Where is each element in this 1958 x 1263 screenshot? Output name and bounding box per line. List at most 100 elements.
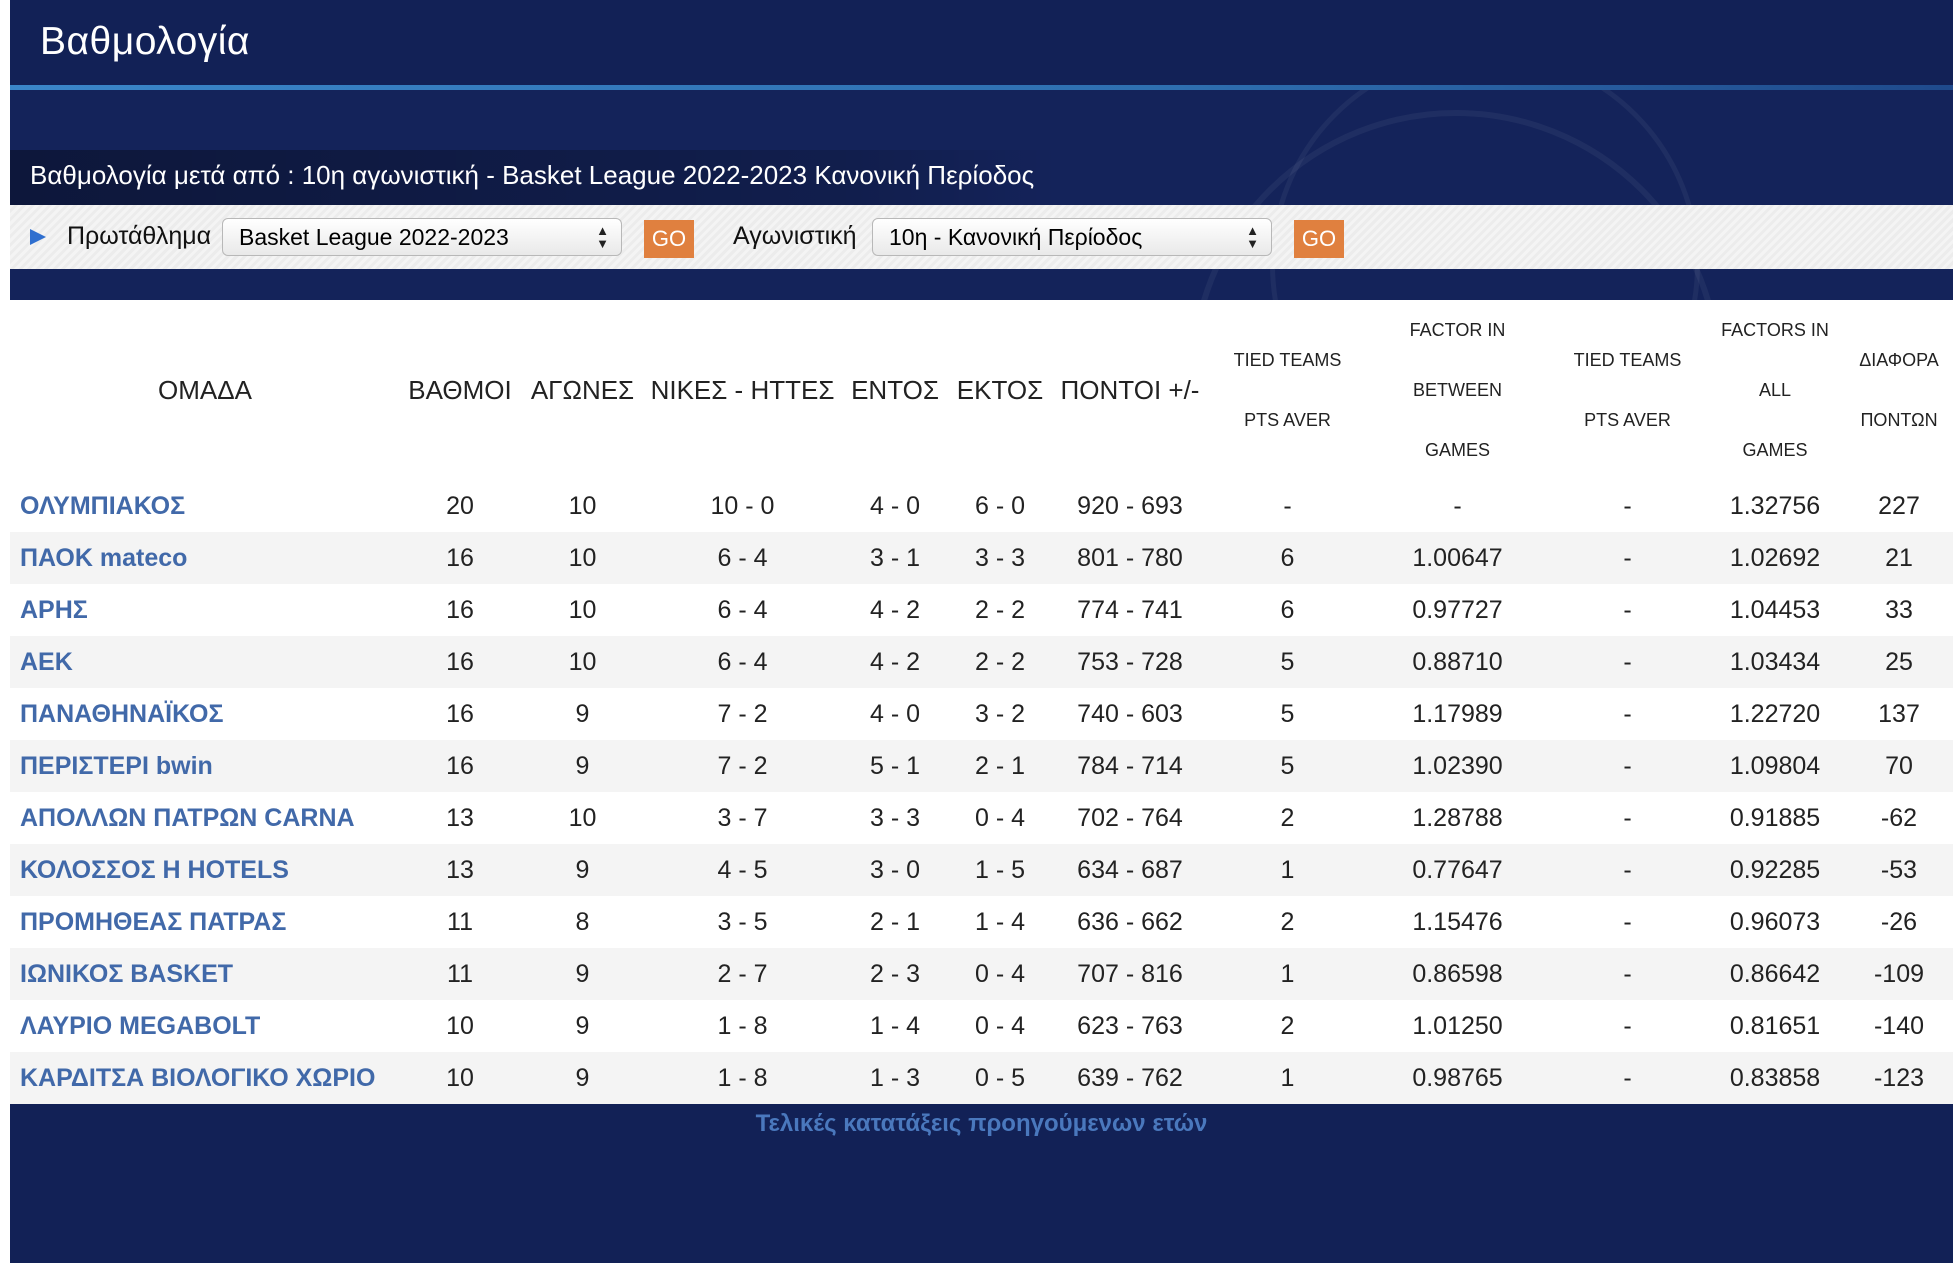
- cell-games: 9: [520, 948, 645, 1000]
- cell-factors-in-all: 0.96073: [1729, 907, 1821, 936]
- cell-pts-plus-minus: 707 - 816: [1050, 948, 1210, 1000]
- cell-factors-in-all: 1.02692: [1705, 532, 1845, 584]
- cell-home: 4 - 0: [869, 699, 921, 728]
- cell-points-diff: -62: [1880, 803, 1918, 832]
- cell-away: 0 - 4: [974, 1011, 1026, 1040]
- cell-pts-plus-minus: 784 - 714: [1050, 740, 1210, 792]
- cell-wins-losses: 10 - 0: [710, 491, 775, 520]
- team-link[interactable]: ΑΡΗΣ: [20, 596, 88, 624]
- cell-wins-losses: 7 - 2: [717, 699, 768, 728]
- cell-tied-teams-pts-aver: 6: [1210, 532, 1365, 584]
- col-header-away: ΕΚΤΟΣ: [956, 374, 1044, 405]
- cell-wins-losses: 1 - 8: [717, 1011, 768, 1040]
- cell-tied-teams-pts-aver-2: -: [1623, 907, 1632, 936]
- table-row: ΙΩΝΙΚΟΣ BASKET 11 9 2 - 72 - 30 - 4 707 - 81…: [10, 948, 1953, 1000]
- cell-points-diff: -109: [1845, 948, 1953, 1000]
- col-header-home: ΕΝΤΟΣ: [851, 374, 939, 405]
- table-row: ΑΕΚ 16 10 6 - 44 - 22 - 2 753 - 728 5 0.88710-…: [10, 636, 1953, 688]
- cell-away: 3 - 3: [950, 532, 1050, 584]
- cell-factor-in-between: 1.15476: [1412, 907, 1503, 936]
- cell-points: 13: [446, 803, 474, 832]
- cell-pts-plus-minus: 753 - 728: [1050, 636, 1210, 688]
- page-frame: Βαθμολογία Βαθμολογία μετά από : 10η αγω…: [10, 0, 1953, 1263]
- page-header: Βαθμολογία: [10, 0, 1953, 88]
- cell-tied-teams-pts-aver: 6: [1280, 595, 1295, 624]
- team-link[interactable]: ΠΡΟΜΗΘΕΑΣ ΠΑΤΡΑΣ: [20, 908, 286, 936]
- cell-factors-in-all: 1.03434: [1705, 636, 1845, 688]
- cell-factors-in-all: 1.22720: [1729, 699, 1821, 728]
- header-line-1: TIED TEAMS: [1573, 350, 1682, 370]
- cell-games: 8: [575, 907, 590, 936]
- team-link[interactable]: ΠΑΝΑΘΗΝΑΪΚΟΣ: [20, 700, 223, 728]
- cell-points-diff: -26: [1880, 907, 1918, 936]
- cell-away: 0 - 4: [950, 948, 1050, 1000]
- cell-points-diff: -123: [1845, 1052, 1953, 1104]
- cell-home: 4 - 0: [869, 491, 921, 520]
- cell-points-diff: 227: [1878, 491, 1920, 520]
- table-row: ΠΑΟΚ mateco 16 10 6 - 43 - 13 - 3 801 - 780 6…: [10, 532, 1953, 584]
- team-link[interactable]: ΙΩΝΙΚΟΣ BASKET: [20, 960, 233, 988]
- championship-go-button[interactable]: GO: [644, 220, 694, 258]
- cell-tied-teams-pts-aver-2: -: [1550, 636, 1705, 688]
- cell-tied-teams-pts-aver: 5: [1210, 740, 1365, 792]
- cell-tied-teams-pts-aver-2: -: [1550, 1052, 1705, 1104]
- cell-home: 5 - 1: [840, 740, 950, 792]
- cell-pts-plus-minus: 774 - 741: [1077, 595, 1183, 624]
- round-select[interactable]: 10η - Κανονική Περίοδος ▲ ▼: [872, 218, 1272, 256]
- team-link[interactable]: ΚΑΡΔΙΤΣΑ ΒΙΟΛΟΓΙΚΟ ΧΩΡΙΟ: [20, 1064, 375, 1092]
- table-row: ΚΑΡΔΙΤΣΑ ΒΙΟΛΟΓΙΚΟ ΧΩΡΙΟ 10 9 1 - 81 - 30 -…: [10, 1052, 1953, 1104]
- cell-points: 11: [400, 948, 520, 1000]
- cell-factor-in-between: 0.77647: [1365, 844, 1550, 896]
- cell-factors-in-all: 1.04453: [1729, 595, 1821, 624]
- header-line-2: PTS AVER: [1244, 410, 1331, 430]
- cell-points-diff: -140: [1873, 1011, 1925, 1040]
- col-header-wins-losses: ΝΙΚΕΣ - ΗΤΤΕΣ: [650, 374, 835, 405]
- table-header-row: ΟΜΑΔΑ ΒΑΘΜΟΙ ΑΓΩΝΕΣ ΝΙΚΕΣ - ΗΤΤΕΣ ΕΝΤΟΣ …: [10, 300, 1953, 480]
- cell-points-diff: -53: [1845, 844, 1953, 896]
- cell-away: 1 - 4: [974, 907, 1026, 936]
- cell-away: 2 - 2: [950, 636, 1050, 688]
- cell-points: 16: [446, 699, 474, 728]
- cell-points-diff: 25: [1845, 636, 1953, 688]
- cell-tied-teams-pts-aver: -: [1283, 491, 1292, 520]
- team-link[interactable]: ΠΕΡΙΣΤΕΡΙ bwin: [20, 752, 213, 780]
- col-header-games: ΑΓΩΝΕΣ: [530, 374, 635, 405]
- championship-select[interactable]: Basket League 2022-2023 ▲ ▼: [222, 218, 622, 256]
- cell-tied-teams-pts-aver-2: -: [1550, 948, 1705, 1000]
- cell-pts-plus-minus: 634 - 687: [1050, 844, 1210, 896]
- cell-points: 16: [400, 636, 520, 688]
- round-go-button[interactable]: GO: [1294, 220, 1344, 258]
- cell-points-diff: 70: [1845, 740, 1953, 792]
- cell-tied-teams-pts-aver: 5: [1280, 699, 1295, 728]
- cell-factor-in-between: 1.28788: [1412, 803, 1503, 832]
- cell-tied-teams-pts-aver-2: -: [1550, 740, 1705, 792]
- cell-team: ΑΡΗΣ: [10, 584, 400, 636]
- team-link[interactable]: ΑΠΟΛΛΩΝ ΠΑΤΡΩΝ CARNA: [20, 804, 355, 832]
- cell-pts-plus-minus: 740 - 603: [1077, 699, 1183, 728]
- cell-points: 11: [447, 907, 473, 936]
- team-link[interactable]: ΟΛΥΜΠΙΑΚΟΣ: [20, 492, 185, 520]
- header-line-1: FACTORS IN ALL: [1721, 320, 1829, 400]
- team-link[interactable]: ΚΟΛΟΣΣΟΣ H HOTELS: [20, 856, 289, 884]
- standings-table-container: ΟΜΑΔΑ ΒΑΘΜΟΙ ΑΓΩΝΕΣ ΝΙΚΕΣ - ΗΤΤΕΣ ΕΝΤΟΣ …: [10, 300, 1953, 1104]
- cell-tied-teams-pts-aver-2: -: [1623, 803, 1632, 832]
- team-link[interactable]: ΛΑΥΡΙΟ MEGABOLT: [20, 1012, 260, 1040]
- round-label: Αγωνιστική: [733, 222, 857, 250]
- cell-points: 13: [400, 844, 520, 896]
- previous-years-standings-link[interactable]: Τελικές κατατάξεις προηγούμενων ετών: [10, 1110, 1953, 1138]
- col-header-factors-in-all: FACTORS IN ALL GAMES: [1705, 300, 1845, 480]
- cell-pts-plus-minus: 623 - 763: [1077, 1011, 1183, 1040]
- team-link[interactable]: ΠΑΟΚ mateco: [20, 544, 187, 572]
- col-header-points-diff: ΔΙΑΦΟΡΑ ΠΟΝΤΩΝ: [1845, 300, 1953, 480]
- cell-away: 2 - 2: [974, 595, 1026, 624]
- cell-pts-plus-minus: 636 - 662: [1077, 907, 1183, 936]
- cell-points-diff: 137: [1878, 699, 1920, 728]
- team-link[interactable]: ΑΕΚ: [20, 648, 73, 676]
- cell-wins-losses: 4 - 5: [645, 844, 840, 896]
- cell-factor-in-between: 0.86598: [1365, 948, 1550, 1000]
- filter-bar: Πρωτάθλημα Basket League 2022-2023 ▲ ▼ GO…: [10, 205, 1953, 269]
- cell-points: 16: [446, 595, 474, 624]
- table-row: ΚΟΛΟΣΣΟΣ H HOTELS 13 9 4 - 53 - 01 - 5 634 -…: [10, 844, 1953, 896]
- cell-away: 1 - 5: [950, 844, 1050, 896]
- cell-home: 1 - 4: [869, 1011, 921, 1040]
